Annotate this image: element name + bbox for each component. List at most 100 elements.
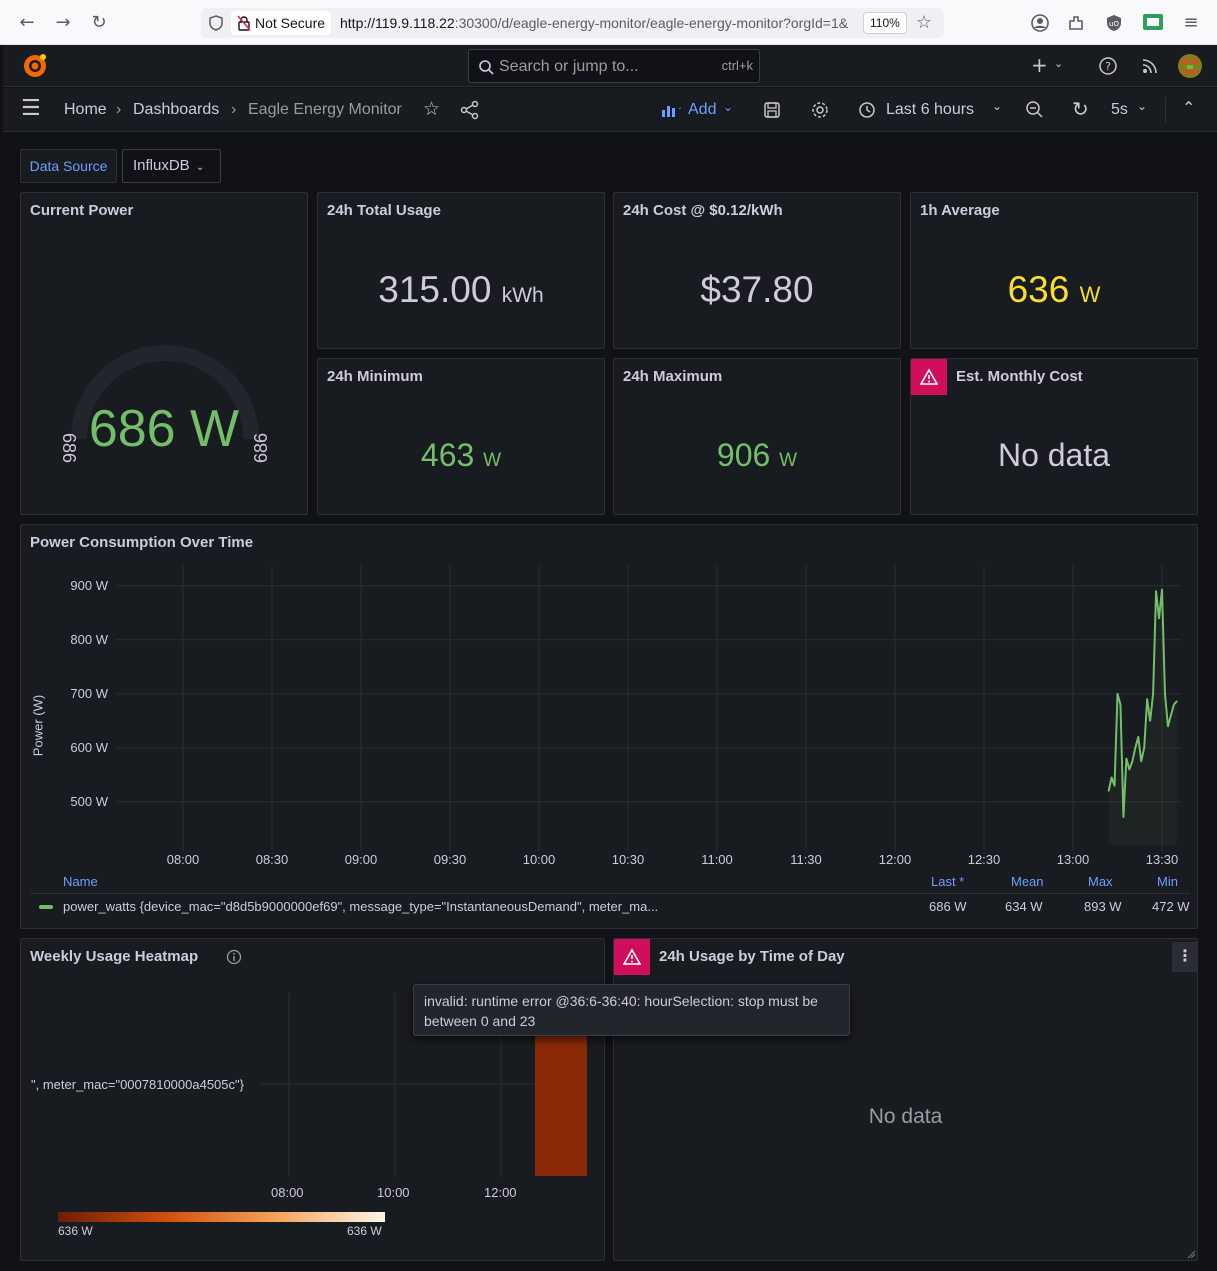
- series-point: [1134, 747, 1137, 749]
- hamburger-menu-icon[interactable]: ☰: [21, 96, 41, 121]
- stat-unit: W: [483, 450, 502, 471]
- collapse-chevron-up-icon[interactable]: ⌃: [1182, 98, 1195, 117]
- series-point: [1125, 757, 1128, 760]
- search-icon: [479, 60, 494, 75]
- new-chevron-down-icon[interactable]: ⌄: [1054, 57, 1063, 70]
- heatmap-x-tick: 10:00: [377, 1185, 410, 1200]
- series-point: [1161, 588, 1163, 591]
- stat-value: 315.00 kWh: [318, 269, 604, 311]
- time-range-label: Last 6 hours: [886, 101, 975, 118]
- stat-number: 463: [420, 437, 475, 473]
- datasource-chevron-down-icon: ⌄: [195, 162, 205, 173]
- x-tick-label: 08:30: [256, 852, 289, 867]
- datasource-value: InfluxDB: [133, 157, 190, 174]
- legend-series-swatch[interactable]: [39, 905, 53, 909]
- favorite-star-icon[interactable]: ☆: [423, 98, 440, 120]
- settings-gear-icon[interactable]: [810, 100, 830, 120]
- datasource-variable-select[interactable]: InfluxDB ⌄: [122, 149, 221, 183]
- url-bar[interactable]: Not Secure http://119.9.118.22:30300/d/e…: [201, 8, 944, 38]
- stat-unit: W: [779, 450, 798, 471]
- stat-value: $37.80: [700, 269, 814, 310]
- time-range-chevron-down-icon: ⌄: [992, 99, 1003, 113]
- panel-cost[interactable]: 24h Cost @ $0.12/kWh $37.80: [613, 192, 901, 349]
- add-panel-icon: +: [662, 104, 681, 117]
- save-icon[interactable]: [763, 101, 781, 119]
- series-point: [1149, 720, 1151, 722]
- new-plus-icon[interactable]: +: [1031, 53, 1048, 77]
- refresh-interval-picker[interactable]: 5s ⌄: [1111, 98, 1151, 122]
- power-chart: 500 W 600 W 700 W 800 W 900 W 08:00 08:30 09:00…: [70, 565, 1181, 867]
- legend-series-name[interactable]: power_watts {device_mac="d8d5b9000000ef6…: [63, 899, 658, 914]
- panel-1h-average[interactable]: 1h Average 636 W: [910, 192, 1198, 349]
- no-data-message: No data: [868, 1105, 943, 1128]
- heatmap-cell[interactable]: [535, 1029, 587, 1176]
- y-tick-label: 500 W: [70, 794, 108, 809]
- share-icon[interactable]: [460, 100, 480, 120]
- search-input[interactable]: Search or jump to... ctrl+k: [468, 49, 760, 83]
- refresh-icon[interactable]: ↻: [1072, 97, 1089, 121]
- legend-header-last[interactable]: Last *: [931, 874, 964, 889]
- panel-24h-maximum[interactable]: 24h Maximum 906 W: [613, 358, 901, 515]
- refresh-interval-label: 5s: [1111, 101, 1128, 118]
- power-gauge: 686 686: [59, 345, 271, 463]
- heatmap-scale-min: 636 W: [58, 1224, 93, 1238]
- legend-header-name[interactable]: Name: [63, 874, 98, 889]
- url-host: http://119.9.118.22: [340, 15, 455, 31]
- panel-error-badge[interactable]: [911, 359, 947, 395]
- forward-icon[interactable]: →: [50, 10, 76, 36]
- reload-icon[interactable]: ↻: [86, 10, 112, 36]
- extensions-icon[interactable]: [1066, 13, 1086, 33]
- time-range-picker[interactable]: Last 6 hours ⌄: [858, 98, 1006, 122]
- legend-max-value: 893 W: [1084, 899, 1122, 914]
- series-point: [1143, 747, 1145, 749]
- error-tooltip: invalid: runtime error @36:6-36:40: hour…: [413, 984, 850, 1036]
- search-placeholder: Search or jump to...: [499, 58, 639, 75]
- heatmap-grid: [261, 993, 587, 1177]
- y-tick-label: 600 W: [70, 740, 108, 755]
- breadcrumb-dashboards[interactable]: Dashboards: [133, 101, 219, 119]
- panel-power-over-time[interactable]: Power Consumption Over Time Power (W) 50…: [20, 524, 1198, 929]
- browser-toolbar: ← → ↻ Not Secure http://119.9.118.22:303…: [0, 0, 1217, 45]
- svg-text:+: +: [678, 104, 681, 114]
- panel-title: Est. Monthly Cost: [956, 368, 1083, 385]
- insecure-lock-icon: [237, 15, 251, 31]
- legend-header-mean[interactable]: Mean: [1011, 874, 1044, 889]
- legend-min-value: 472 W: [1152, 899, 1190, 914]
- grafana-logo-icon[interactable]: [21, 52, 49, 80]
- ublock-icon[interactable]: uO: [1104, 13, 1124, 33]
- extension-green-icon[interactable]: [1142, 12, 1164, 32]
- gauge-value: 686 W: [88, 400, 240, 458]
- x-tick-label: 12:30: [968, 852, 1001, 867]
- zoom-out-icon[interactable]: [1025, 100, 1045, 120]
- legend-header-max[interactable]: Max: [1088, 874, 1113, 889]
- x-tick-label: 13:00: [1057, 852, 1090, 867]
- panel-menu-kebab-icon[interactable]: ⋮: [1172, 942, 1198, 972]
- account-icon[interactable]: [1030, 13, 1050, 33]
- news-rss-icon[interactable]: [1140, 56, 1160, 76]
- user-avatar[interactable]: [1177, 53, 1203, 79]
- panel-24h-minimum[interactable]: 24h Minimum 463 W: [317, 358, 605, 515]
- resize-handle-icon[interactable]: [1186, 1249, 1196, 1259]
- panel-error-badge[interactable]: [614, 939, 650, 975]
- panel-total-usage[interactable]: 24h Total Usage 315.00 kWh: [317, 192, 605, 349]
- heatmap-x-tick: 12:00: [484, 1185, 517, 1200]
- menu-icon[interactable]: ≡: [1178, 10, 1204, 36]
- dashboard-navbar: ☰ Home › Dashboards › Eagle Energy Monit…: [3, 88, 1217, 132]
- series-point: [1119, 703, 1122, 706]
- panel-monthly-cost[interactable]: Est. Monthly Cost No data: [910, 358, 1198, 515]
- bookmark-star-icon[interactable]: ☆: [911, 10, 937, 36]
- x-tick-label: 12:00: [879, 852, 912, 867]
- stat-number: 315.00: [378, 269, 492, 310]
- zoom-level[interactable]: 110%: [863, 12, 907, 34]
- breadcrumb-home[interactable]: Home: [64, 101, 107, 119]
- series-point: [1164, 693, 1166, 695]
- heatmap-x-tick: 08:00: [271, 1185, 304, 1200]
- panel-current-power[interactable]: Current Power 686 686 686 W: [20, 192, 308, 515]
- back-icon[interactable]: ←: [14, 10, 40, 36]
- add-label: Add: [688, 101, 717, 118]
- help-icon[interactable]: ?: [1098, 56, 1118, 76]
- not-secure-badge[interactable]: Not Secure: [231, 11, 332, 35]
- legend-last-value: 686 W: [929, 899, 967, 914]
- legend-header-min[interactable]: Min: [1157, 874, 1178, 889]
- x-tick-label: 11:30: [790, 852, 822, 867]
